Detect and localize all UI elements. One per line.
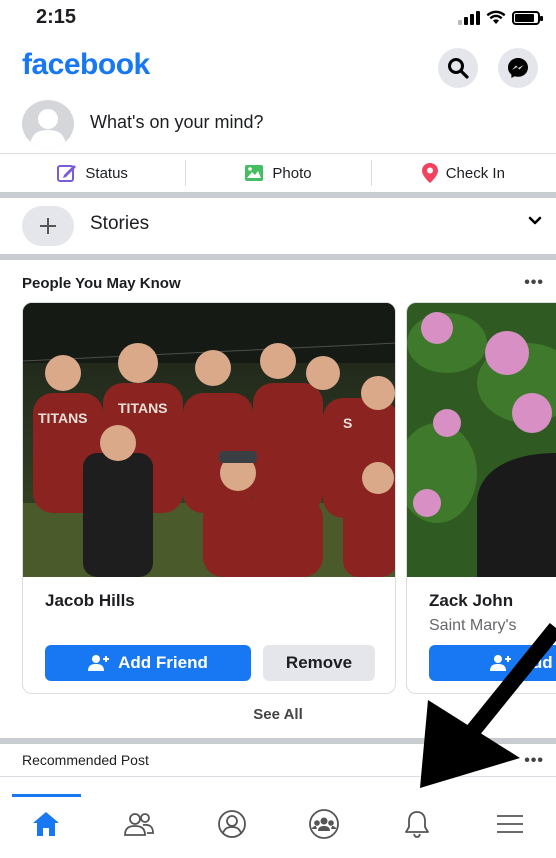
remove-button[interactable]: Remove [263, 645, 375, 681]
add-friend-button[interactable]: Add Fr [429, 645, 556, 681]
friend-photo[interactable]: TITANS TITANS S [23, 303, 395, 577]
avatar[interactable] [22, 100, 74, 148]
stories-row[interactable]: Stories [0, 198, 556, 252]
svg-text:S: S [343, 415, 352, 431]
composer[interactable]: What's on your mind? [0, 98, 556, 150]
check-in-button[interactable]: Check In [370, 156, 556, 190]
profile-icon [217, 810, 246, 838]
facebook-feed-screen: 2:15 facebook What's on your mind? Statu… [0, 0, 556, 858]
stories-label: Stories [90, 213, 150, 234]
search-icon [448, 58, 469, 79]
friend-photo[interactable] [407, 303, 556, 577]
tab-home[interactable] [0, 790, 93, 858]
friend-mutual: Saint Mary's [429, 617, 517, 634]
tab-groups[interactable] [278, 790, 371, 858]
tab-menu[interactable] [463, 790, 556, 858]
composer-actions: Status Photo Check In [0, 156, 556, 190]
groups-icon [309, 809, 340, 839]
tab-notifications[interactable] [371, 790, 464, 858]
check-in-label: Check In [445, 164, 505, 182]
add-friend-icon [88, 655, 110, 671]
remove-label: Remove [285, 653, 353, 672]
recommended-post-title: Recommended Post [22, 752, 149, 768]
friend-name[interactable]: Zack John [429, 591, 513, 611]
add-friend-label: Add Fr [519, 653, 556, 672]
signal-icon [458, 10, 480, 25]
friends-icon [124, 813, 154, 836]
battery-icon [512, 10, 543, 25]
friend-suggestion-card[interactable]: Zack John Saint Mary's Add Fr [406, 302, 556, 694]
bottom-tab-bar [0, 790, 556, 858]
status-bar: 2:15 [0, 0, 556, 36]
clock: 2:15 [36, 6, 77, 28]
photo-label: Photo [272, 164, 312, 182]
tab-profile[interactable] [185, 790, 278, 858]
messenger-icon [508, 58, 528, 78]
notifications-icon [405, 811, 429, 838]
add-friend-button[interactable]: Add Friend [45, 645, 251, 681]
friend-name[interactable]: Jacob Hills [45, 591, 135, 611]
svg-text:TITANS: TITANS [38, 410, 88, 426]
wifi-icon [486, 10, 506, 24]
add-friend-label: Add Friend [118, 653, 208, 672]
status-button[interactable]: Status [0, 156, 185, 190]
location-pin-icon [421, 163, 438, 183]
add-friend-icon [489, 655, 511, 671]
flowers-photo-image [407, 303, 556, 577]
section-separator [0, 738, 556, 744]
svg-text:TITANS: TITANS [118, 400, 168, 416]
plus-icon [40, 218, 56, 234]
pymk-title: People You May Know [22, 275, 181, 292]
status-icons [458, 10, 543, 25]
status-label: Status [85, 164, 128, 182]
status-edit-icon [57, 165, 77, 182]
add-story-button[interactable] [22, 206, 74, 246]
photo-button[interactable]: Photo [185, 156, 370, 190]
recommended-more-icon[interactable]: ••• [524, 752, 544, 770]
tab-friends[interactable] [93, 790, 186, 858]
app-header: facebook [0, 42, 556, 94]
chevron-down-icon[interactable] [528, 216, 542, 225]
pymk-more-icon[interactable]: ••• [524, 274, 544, 292]
divider [0, 153, 556, 154]
menu-icon [496, 815, 523, 833]
facebook-logo: facebook [22, 48, 150, 81]
search-button[interactable] [438, 48, 478, 88]
friend-suggestion-card[interactable]: TITANS TITANS S Jacob Hills Add Friend R… [22, 302, 396, 694]
divider [0, 776, 556, 777]
default-avatar-icon [30, 109, 66, 148]
composer-prompt[interactable]: What's on your mind? [90, 112, 264, 133]
photo-icon [245, 165, 264, 181]
section-separator [0, 254, 556, 260]
see-all-link[interactable]: See All [0, 706, 556, 723]
messenger-button[interactable] [498, 48, 538, 88]
home-icon [33, 812, 60, 836]
group-photo-image: TITANS TITANS S [23, 303, 395, 577]
